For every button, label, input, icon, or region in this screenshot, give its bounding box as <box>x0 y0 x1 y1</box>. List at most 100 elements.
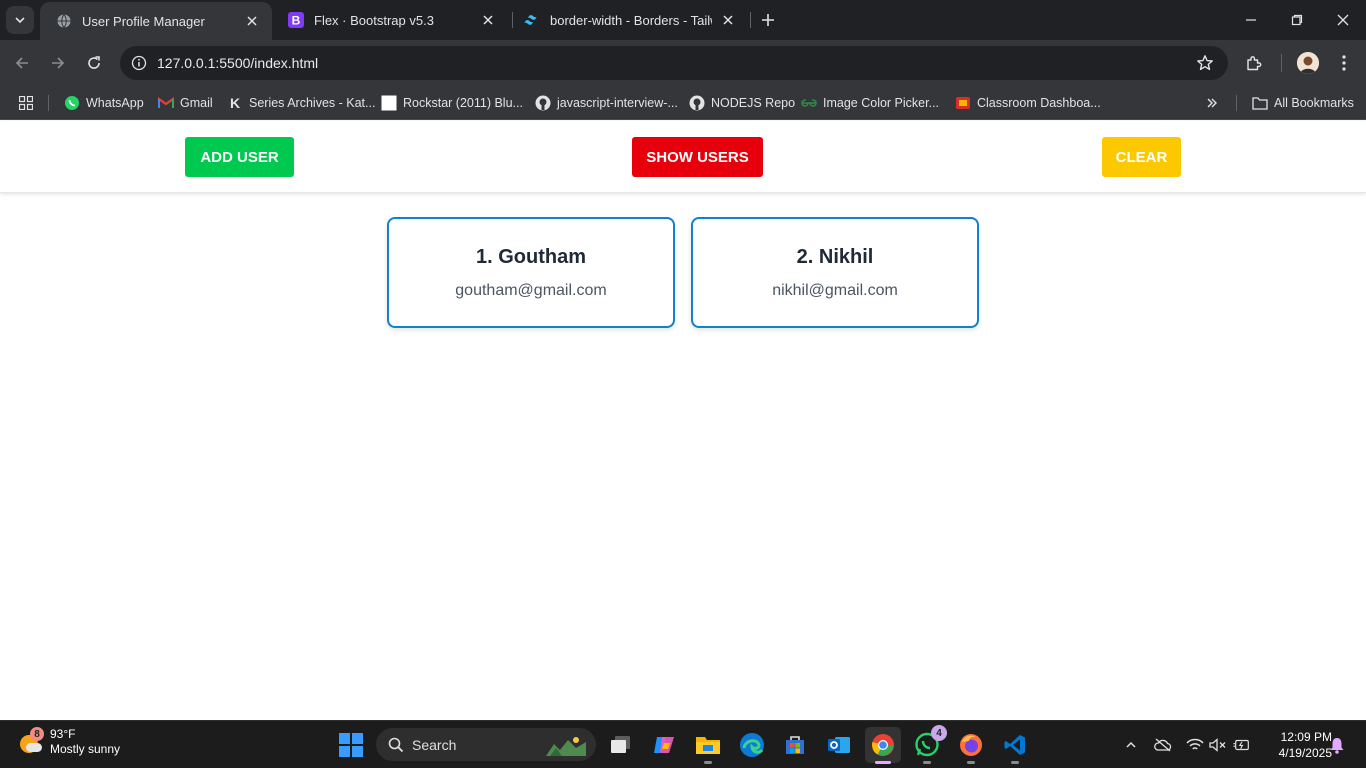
profile-avatar[interactable] <box>1297 52 1319 74</box>
notification-bell-icon[interactable] <box>1329 736 1345 759</box>
restore-button[interactable] <box>1274 0 1320 40</box>
folder-icon <box>696 737 720 754</box>
taskbar-firefox[interactable] <box>953 727 989 764</box>
back-button[interactable] <box>10 51 34 75</box>
close-icon[interactable] <box>720 12 736 28</box>
user-name: 1. Goutham <box>475 246 586 268</box>
weather-condition: Mostly sunny <box>50 742 121 756</box>
close-icon[interactable] <box>244 13 260 29</box>
copilot-icon <box>654 737 674 753</box>
bookmark-whatsapp[interactable]: WhatsApp <box>64 92 144 114</box>
apps-grid-icon <box>18 95 34 111</box>
taskbar-store[interactable] <box>777 727 813 763</box>
tab-strip: User Profile Manager B Flex · Bootstrap … <box>0 0 1366 40</box>
bookmark-star-icon[interactable] <box>1196 54 1214 77</box>
taskbar-vscode[interactable] <box>997 727 1033 764</box>
close-icon[interactable] <box>480 12 496 28</box>
browser-toolbar: 127.0.0.1:5500/index.html <box>0 40 1366 86</box>
whatsapp-badge: 4 <box>931 725 947 741</box>
bookmark-label: Rockstar (2011) Blu... <box>403 96 523 110</box>
folder-icon <box>1252 95 1268 111</box>
clock-time: 12:09 PM <box>1280 730 1332 744</box>
svg-text:K: K <box>230 95 240 111</box>
extensions-icon[interactable] <box>1243 52 1265 74</box>
taskbar-whatsapp[interactable]: 4 <box>909 725 947 764</box>
tab-tailwind-border-width[interactable]: border-width - Borders - Tailwi <box>508 0 748 40</box>
vscode-icon <box>1004 735 1025 755</box>
start-button[interactable] <box>339 733 363 757</box>
globe-icon <box>56 13 72 29</box>
taskbar-copilot[interactable] <box>646 727 682 763</box>
windows-logo-icon <box>339 733 350 744</box>
geeksforgeeks-icon <box>801 95 817 111</box>
bookmark-nodejs-repo[interactable]: NODEJS Repo <box>689 92 795 114</box>
arrow-right-icon <box>52 57 65 69</box>
bookmark-classroom-dashboard[interactable]: Classroom Dashboa... <box>955 92 1101 114</box>
store-icon <box>786 736 804 754</box>
close-window-button[interactable] <box>1320 0 1366 40</box>
apps-grid-button[interactable] <box>18 92 40 114</box>
new-tab-button[interactable] <box>756 8 780 32</box>
taskbar-clock[interactable]: 12:09 PM 4/19/2025 <box>1262 729 1332 761</box>
bookmark-image-color-picker[interactable]: Image Color Picker... <box>801 92 939 114</box>
toolbar-separator <box>1281 54 1282 72</box>
bookmark-series-archives[interactable]: K Series Archives - Kat... <box>227 92 376 114</box>
plus-icon <box>762 14 774 26</box>
taskbar-search[interactable]: Search <box>376 728 596 761</box>
arrow-left-icon <box>15 57 28 69</box>
user-email: goutham@gmail.com <box>455 282 607 299</box>
user-name: 2. Nikhil <box>796 246 874 268</box>
search-icon <box>388 737 404 752</box>
page-icon <box>381 95 397 111</box>
user-card: 2. Nikhil nikhil@gmail.com <box>691 217 979 328</box>
wifi-icon[interactable] <box>1186 736 1204 754</box>
taskbar-chrome[interactable] <box>865 727 901 764</box>
windows-taskbar: 8 93°F Mostly sunny Search 4 12:09 PM 4/… <box>0 720 1366 768</box>
chevron-double-right-icon <box>1204 95 1220 111</box>
taskbar-search-label: Search <box>412 736 457 753</box>
weather-temperature: 93°F <box>50 727 76 741</box>
firefox-icon <box>960 734 982 756</box>
battery-charging-icon[interactable] <box>1233 736 1251 754</box>
chevron-down-icon <box>15 17 25 24</box>
task-view-icon <box>611 736 630 753</box>
github-icon <box>535 95 551 111</box>
outlook-icon <box>828 737 850 753</box>
show-users-button[interactable]: SHOW USERS <box>632 137 763 177</box>
tab-flex-bootstrap[interactable]: B Flex · Bootstrap v5.3 <box>272 0 508 40</box>
weather-widget[interactable]: 8 93°F Mostly sunny <box>18 727 120 757</box>
bookmark-label: WhatsApp <box>86 96 144 110</box>
bookmark-rockstar[interactable]: Rockstar (2011) Blu... <box>381 92 523 114</box>
more-bookmarks-button[interactable] <box>1204 92 1226 114</box>
chrome-icon <box>872 734 894 756</box>
menu-kebab-icon[interactable] <box>1333 52 1355 74</box>
bookmark-label: Series Archives - Kat... <box>249 96 376 110</box>
minimize-button[interactable] <box>1228 0 1274 40</box>
minimize-icon <box>1246 19 1256 21</box>
tab-user-profile-manager[interactable]: User Profile Manager <box>40 2 272 40</box>
address-bar[interactable]: 127.0.0.1:5500/index.html <box>120 46 1228 80</box>
all-bookmarks-button[interactable]: All Bookmarks <box>1252 92 1354 114</box>
volume-muted-icon[interactable] <box>1209 736 1227 754</box>
taskbar-outlook[interactable] <box>821 727 857 763</box>
onedrive-offline-icon[interactable] <box>1154 736 1172 754</box>
tab-search-button[interactable] <box>6 6 34 34</box>
reload-button[interactable] <box>82 51 106 75</box>
close-icon <box>1337 14 1349 26</box>
clear-button[interactable]: CLEAR <box>1102 137 1181 177</box>
taskbar-edge[interactable] <box>734 727 770 763</box>
forward-button[interactable] <box>46 51 70 75</box>
tab-title: Flex · Bootstrap v5.3 <box>314 12 434 28</box>
clock-date: 4/19/2025 <box>1278 746 1332 760</box>
tray-chevron-up-icon[interactable] <box>1122 736 1140 754</box>
site-info-icon[interactable] <box>122 46 156 80</box>
bookmark-gmail[interactable]: Gmail <box>158 92 213 114</box>
bootstrap-icon: B <box>288 12 304 28</box>
add-user-button[interactable]: ADD USER <box>185 137 294 177</box>
bookmark-javascript-interview[interactable]: javascript-interview-... <box>535 92 678 114</box>
classroom-icon <box>955 95 971 111</box>
user-email: nikhil@gmail.com <box>772 282 898 299</box>
edge-icon <box>740 733 764 757</box>
taskbar-file-explorer[interactable] <box>690 727 726 764</box>
taskbar-task-view[interactable] <box>603 727 639 763</box>
